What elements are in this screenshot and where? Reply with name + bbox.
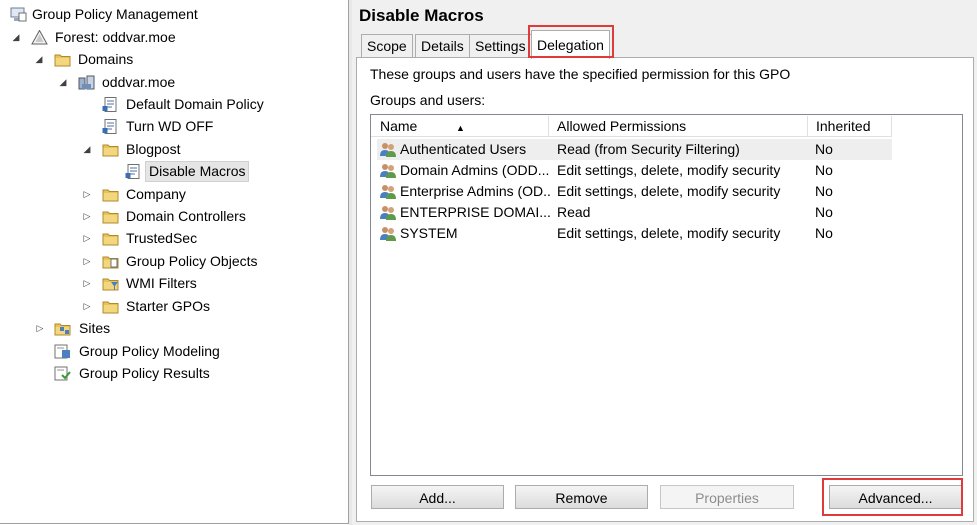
row-name: Domain Admins (ODD... [400, 162, 550, 178]
gpo-link-icon [102, 97, 119, 112]
tree-group-policy-objects-label: Group Policy Objects [126, 253, 258, 269]
results-icon [54, 366, 71, 381]
tree-wmi-filters-label: WMI Filters [126, 275, 197, 291]
column-header-name-label: Name [380, 118, 418, 134]
tree-results-label: Group Policy Results [79, 365, 210, 381]
tab-delegation[interactable]: Delegation [531, 30, 610, 59]
expand-arrow-icon[interactable]: ▷ [82, 184, 92, 205]
tree-company-label: Company [126, 186, 186, 202]
tree-blogpost-label: Blogpost [126, 141, 181, 157]
expand-arrow-icon[interactable]: ▷ [35, 318, 45, 339]
header-divider [371, 136, 892, 137]
collapse-arrow-icon[interactable]: ◢ [58, 72, 68, 93]
tree-modeling-label: Group Policy Modeling [79, 343, 220, 359]
properties-button[interactable]: Properties [660, 485, 794, 509]
delegation-tab-page: These groups and users have the specifie… [356, 57, 974, 522]
table-row[interactable]: ENTERPRISE DOMAI... Read No [377, 202, 892, 223]
tree-domain-controllers-label: Domain Controllers [126, 208, 246, 224]
sort-ascending-icon: ▲ [456, 123, 465, 133]
starter-gpo-folder-icon [102, 299, 119, 314]
tab-scope[interactable]: Scope [361, 34, 413, 58]
ou-folder-icon [102, 142, 119, 157]
delegation-description: These groups and users have the specifie… [370, 66, 791, 82]
row-permission: Read (from Security Filtering) [557, 141, 740, 157]
tree-default-domain-policy-label: Default Domain Policy [126, 96, 264, 112]
tree-trustedsec-label: TrustedSec [126, 230, 198, 246]
gpm-console-icon [10, 7, 27, 22]
table-row[interactable]: Authenticated Users Read (from Security … [377, 139, 892, 160]
console-tree: Group Policy Management ◢ Forest: oddvar… [0, 0, 349, 524]
groups-and-users-label: Groups and users: [370, 92, 486, 108]
row-inherited: No [815, 141, 833, 157]
domains-folder-icon [54, 52, 71, 67]
row-permission: Edit settings, delete, modify security [557, 225, 781, 241]
expand-arrow-icon[interactable]: ▷ [82, 296, 92, 317]
tree-turn-wd-off-label: Turn WD OFF [126, 118, 214, 134]
user-group-icon [379, 142, 397, 157]
ou-folder-icon [102, 209, 119, 224]
expand-arrow-icon[interactable]: ▷ [82, 206, 92, 227]
tree-domains-label: Domains [78, 51, 134, 67]
gpo-link-icon [125, 164, 142, 179]
advanced-button[interactable]: Advanced... [829, 485, 962, 509]
row-inherited: No [815, 162, 833, 178]
expand-arrow-icon[interactable]: ▷ [82, 251, 92, 272]
domain-icon [78, 75, 95, 90]
column-header-permissions[interactable]: Allowed Permissions [549, 116, 808, 136]
tree-domain-label: oddvar.moe [102, 74, 176, 90]
user-group-icon [379, 226, 397, 241]
tree-forest-label: Forest: oddvar.moe [55, 29, 176, 45]
row-inherited: No [815, 183, 833, 199]
row-permission: Edit settings, delete, modify security [557, 162, 781, 178]
modeling-icon [54, 344, 71, 359]
row-name: Enterprise Admins (OD... [400, 183, 550, 199]
ou-folder-icon [102, 187, 119, 202]
column-header-name[interactable]: Name ▲ [372, 116, 549, 136]
expand-arrow-icon[interactable]: ▷ [82, 228, 92, 249]
gpo-link-icon [102, 119, 119, 134]
details-pane: Disable Macros Scope Details Settings De… [352, 0, 977, 525]
user-group-icon [379, 205, 397, 220]
wmi-filter-folder-icon [102, 276, 119, 291]
table-row[interactable]: Domain Admins (ODD... Edit settings, del… [377, 160, 892, 181]
expand-arrow-icon[interactable]: ▷ [82, 273, 92, 294]
tree-disable-macros-label: Disable Macros [145, 161, 250, 182]
row-permission: Edit settings, delete, modify security [557, 183, 781, 199]
gpo-folder-icon [102, 254, 119, 269]
forest-icon [31, 29, 48, 45]
row-name: ENTERPRISE DOMAI... [400, 204, 550, 220]
user-group-icon [379, 163, 397, 178]
sites-folder-icon [54, 321, 71, 336]
row-name: SYSTEM [400, 225, 458, 241]
add-button[interactable]: Add... [371, 485, 504, 509]
table-row[interactable]: Enterprise Admins (OD... Edit settings, … [377, 181, 892, 202]
tab-details[interactable]: Details [415, 34, 470, 58]
row-inherited: No [815, 225, 833, 241]
row-inherited: No [815, 204, 833, 220]
ou-folder-icon [102, 231, 119, 246]
permissions-list[interactable]: Name ▲ Allowed Permissions Inherited Aut… [370, 114, 963, 476]
tree-root-label: Group Policy Management [32, 6, 198, 22]
tree-sites-label: Sites [79, 320, 111, 336]
row-permission: Read [557, 204, 591, 220]
collapse-arrow-icon[interactable]: ◢ [82, 139, 92, 160]
tree-starter-gpos-label: Starter GPOs [126, 298, 211, 314]
user-group-icon [379, 184, 397, 199]
gpo-title: Disable Macros [359, 6, 484, 25]
collapse-arrow-icon[interactable]: ◢ [11, 27, 21, 48]
column-header-inherited[interactable]: Inherited [808, 116, 892, 136]
collapse-arrow-icon[interactable]: ◢ [34, 49, 44, 70]
tab-settings[interactable]: Settings [469, 34, 532, 58]
table-row[interactable]: SYSTEM Edit settings, delete, modify sec… [377, 223, 892, 244]
row-name: Authenticated Users [400, 141, 527, 157]
remove-button[interactable]: Remove [515, 485, 648, 509]
